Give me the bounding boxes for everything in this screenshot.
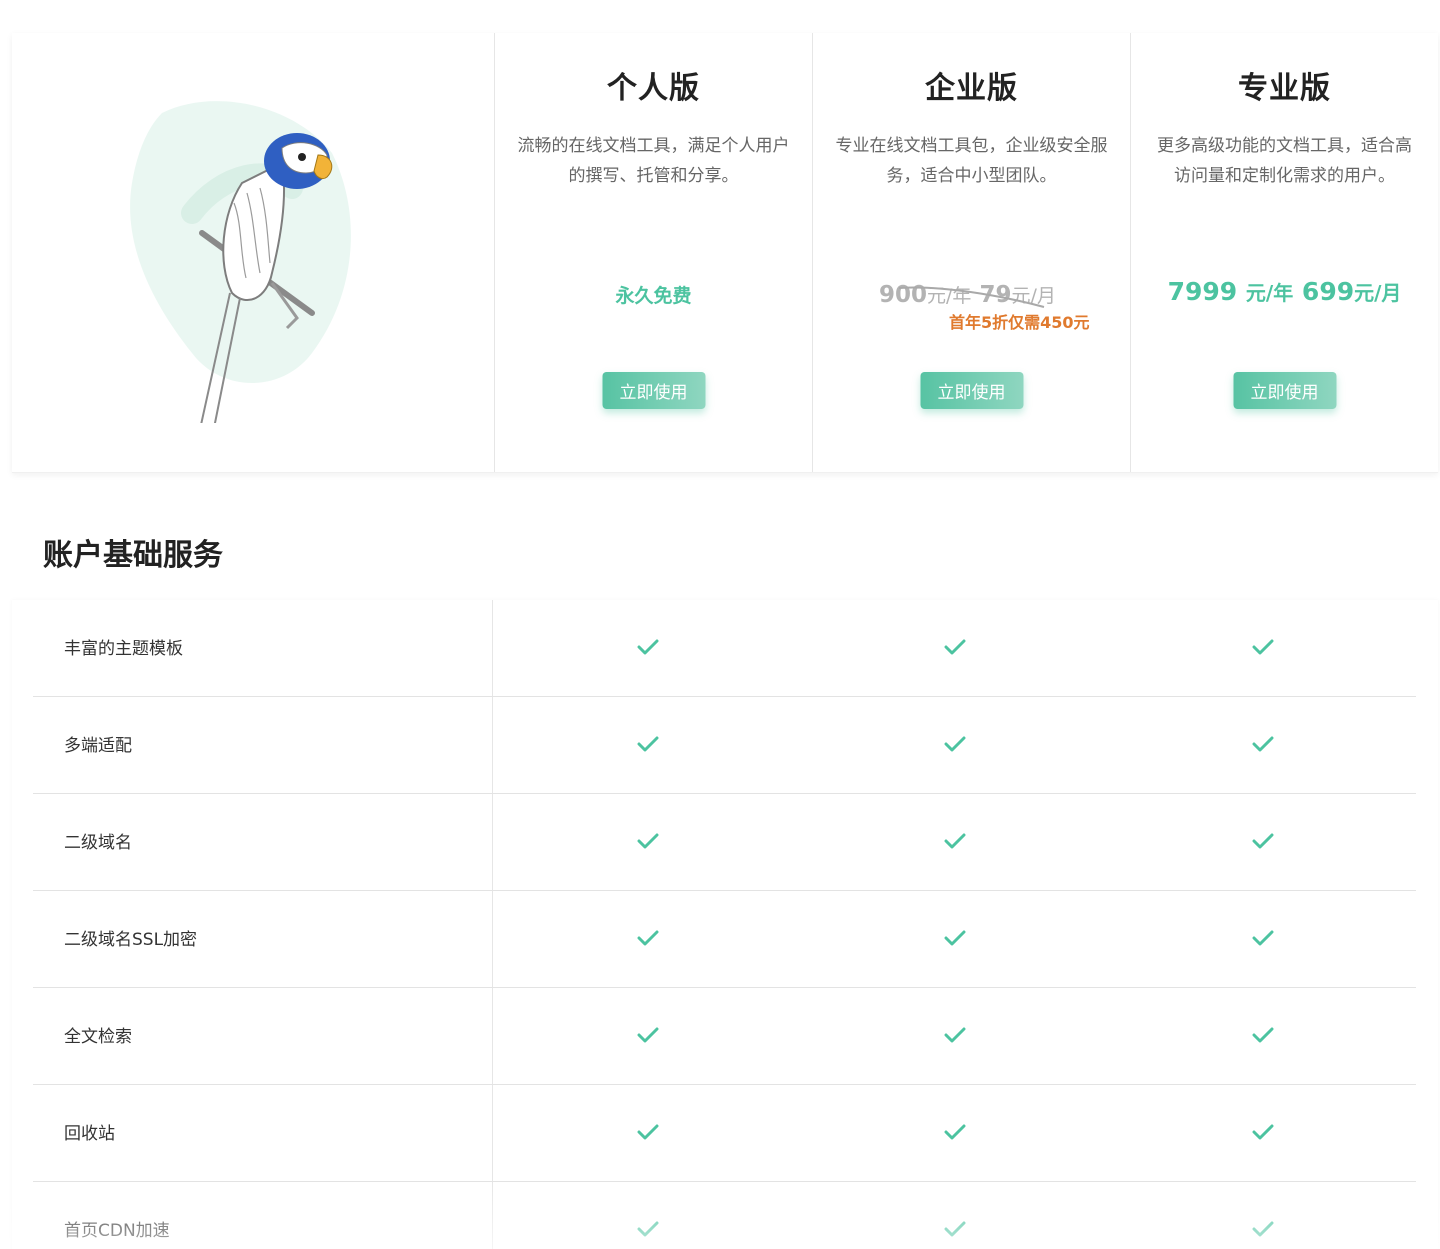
price-month-unit: 元/月 [1354,281,1402,305]
check-icon [1252,929,1274,947]
feature-name: 首页CDN加速 [64,1221,170,1241]
plan-description: 专业在线文档工具包，企业级安全服务，适合中小型团队。 [835,136,1108,186]
use-now-button[interactable]: 立即使用 [920,372,1023,409]
use-now-button[interactable]: 立即使用 [602,372,705,409]
check-icon [637,1220,659,1238]
check-icon [944,832,966,850]
parrot-illustration [130,101,351,423]
feature-table: 丰富的主题模板 多端适配二级域名二级域名SSL加密 全文检索回收站首页CDN加速 [12,600,1438,1249]
section-title: 账户基础服务 [43,538,223,573]
feature-name: 多端适配 [64,736,132,756]
plan-price: 永久免费 [615,285,692,307]
old-price-month-unit: 元/月 [1011,285,1056,307]
original-price: 900元/年 79元/月 [879,281,1056,308]
check-icon [1252,832,1274,850]
check-icon [944,1123,966,1141]
feature-row: 丰富的主题模板 [33,600,1416,697]
check-icon [637,1123,659,1141]
feature-row: 二级域名SSL加密 [33,891,1416,988]
check-icon [637,735,659,753]
plan-enterprise: 企业版 专业在线文档工具包，企业级安全服务，适合中小型团队。 900元/年 79… [813,33,1131,472]
check-icon [637,929,659,947]
feature-row: 二级域名 [33,794,1416,891]
plan-professional: 专业版 更多高级功能的文档工具，适合高访问量和定制化需求的用户。 7999 元/… [1131,33,1438,472]
old-price-year-unit: 元/年 [927,285,972,307]
check-icon [944,1026,966,1044]
check-icon [944,735,966,753]
promo-text: 首年5折仅需450元 [949,313,1090,332]
check-icon [1252,1123,1274,1141]
plan-personal: 个人版 流畅的在线文档工具，满足个人用户的撰写、托管和分享。 永久免费 立即使用 [495,33,813,472]
plan-title: 企业版 [925,71,1018,106]
check-icon [637,638,659,656]
check-icon [944,1220,966,1238]
use-now-button[interactable]: 立即使用 [1233,372,1336,409]
check-icon [1252,1220,1274,1238]
check-icon [944,929,966,947]
check-icon [1252,638,1274,656]
feature-name: 全文检索 [64,1027,132,1047]
price-month-value: 699 [1301,277,1355,306]
check-icon [637,1026,659,1044]
check-icon [637,832,659,850]
feature-name: 丰富的主题模板 [64,639,183,659]
plans-panel: 个人版 流畅的在线文档工具，满足个人用户的撰写、托管和分享。 永久免费 立即使用… [12,33,1438,473]
price-year-unit: 元/年 [1245,281,1294,305]
hero-illustration-area [12,33,495,472]
feature-row: 多端适配 [33,697,1416,794]
check-icon [944,638,966,656]
feature-row: 回收站 [33,1085,1416,1182]
check-icon [1252,735,1274,753]
plan-description: 流畅的在线文档工具，满足个人用户的撰写、托管和分享。 [517,136,790,186]
plan-price: 7999 元/年 699元/月 [1131,277,1438,306]
old-price-month-value: 79 [979,282,1012,308]
old-price-year-value: 900 [879,282,928,308]
price-year-value: 7999 [1167,277,1238,306]
feature-name: 回收站 [64,1124,115,1144]
feature-row: 全文检索 [33,988,1416,1085]
plan-title: 个人版 [607,71,700,106]
feature-row: 首页CDN加速 [33,1182,1416,1249]
check-icon [1252,1026,1274,1044]
plan-title: 专业版 [1238,71,1331,106]
plan-description: 更多高级功能的文档工具，适合高访问量和定制化需求的用户。 [1157,136,1412,186]
feature-name: 二级域名 [64,833,132,853]
feature-name: 二级域名SSL加密 [64,930,198,950]
